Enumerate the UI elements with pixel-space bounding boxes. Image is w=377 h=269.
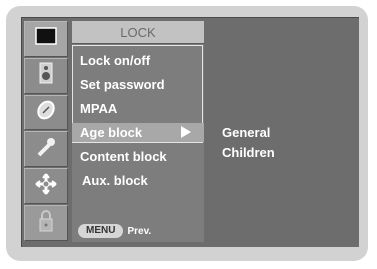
- prev-label: Prev.: [127, 225, 152, 237]
- speaker-icon: [39, 62, 53, 89]
- menu-item-age-block[interactable]: Age block: [80, 125, 142, 141]
- icon-tab-time[interactable]: [24, 94, 68, 131]
- menu-item-content-block[interactable]: Content block: [80, 149, 167, 165]
- icon-tab-audio[interactable]: [24, 57, 68, 94]
- submenu-item-general[interactable]: General: [222, 125, 270, 141]
- menu-title: LOCK: [72, 21, 204, 44]
- submenu-item-children[interactable]: Children: [222, 145, 275, 161]
- menu-footer: MENU Prev.: [78, 224, 151, 238]
- clock-icon: [35, 99, 57, 126]
- chevron-right-icon: [181, 126, 191, 138]
- menu-item-aux-block[interactable]: Aux. block: [82, 173, 148, 189]
- menu-icon-bar: [24, 21, 68, 242]
- screen-icon: [35, 27, 57, 50]
- submenu-panel: General Children: [204, 21, 356, 242]
- lock-icon: [39, 209, 53, 237]
- icon-tab-lock[interactable]: [24, 205, 68, 241]
- menu-item-lock-on-off[interactable]: Lock on/off: [80, 53, 150, 69]
- icon-tab-screen[interactable]: [24, 21, 68, 57]
- option-icon: [35, 136, 57, 163]
- menu-button[interactable]: MENU: [78, 224, 124, 238]
- setup-icon: [34, 172, 58, 201]
- lock-menu-panel: LOCK Lock on/off Set password MPAA Age b…: [72, 21, 204, 242]
- menu-item-mpaa[interactable]: MPAA: [80, 101, 117, 117]
- menu-item-set-password[interactable]: Set password: [80, 77, 165, 93]
- icon-tab-setup[interactable]: [24, 168, 68, 205]
- icon-tab-option[interactable]: [24, 131, 68, 168]
